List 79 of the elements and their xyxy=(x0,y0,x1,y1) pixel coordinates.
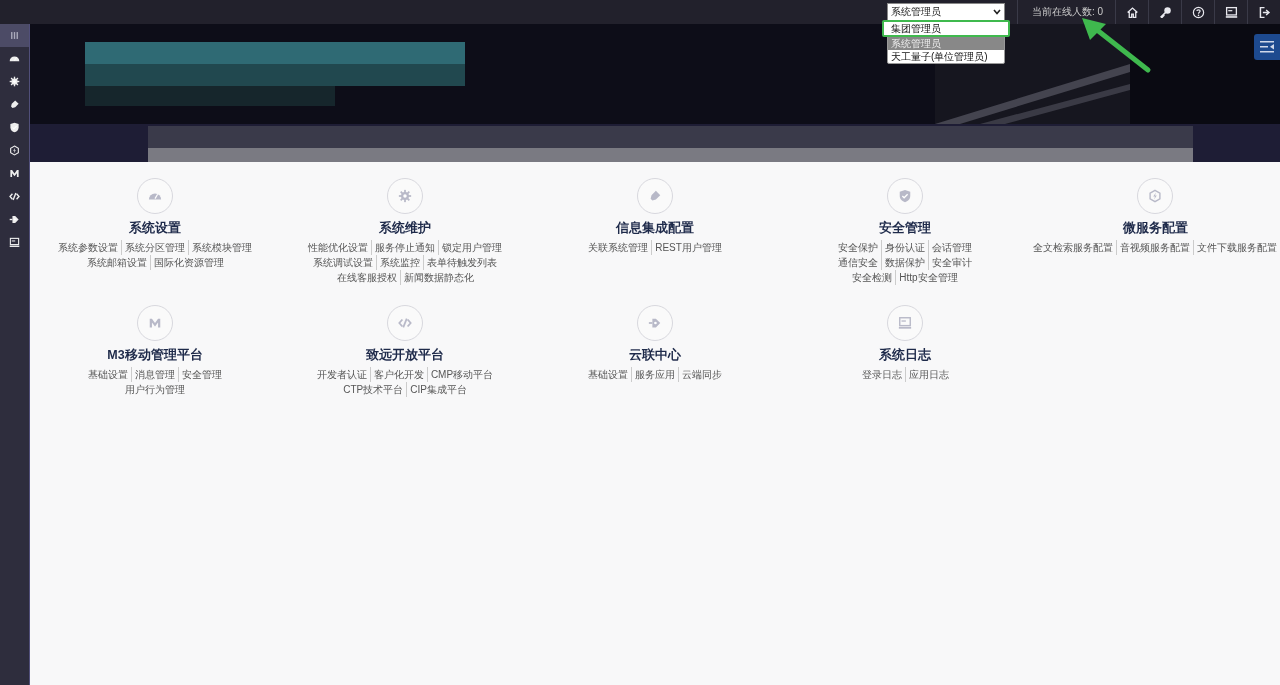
module-link[interactable]: CTP技术平台 xyxy=(340,382,407,397)
module-title[interactable]: 信息集成配置 xyxy=(616,220,694,237)
gauge-icon xyxy=(9,53,20,64)
menu-icon xyxy=(9,30,20,41)
plug-icon xyxy=(9,99,20,110)
code-icon xyxy=(9,191,20,202)
role-select[interactable]: 系统管理员 xyxy=(886,3,1005,21)
role-option[interactable]: 天工量子(单位管理员) xyxy=(887,50,1004,63)
collapse-menu-icon xyxy=(1260,41,1274,53)
module-link[interactable]: 用户行为管理 xyxy=(122,382,188,397)
monitor-icon xyxy=(9,237,20,248)
module-link[interactable]: 安全审计 xyxy=(928,255,975,270)
annotation-arrow xyxy=(1080,16,1152,74)
module-link[interactable]: 在线客服授权 xyxy=(333,270,400,285)
module-title[interactable]: 系统设置 xyxy=(129,220,181,237)
module-link[interactable]: 关联系统管理 xyxy=(585,240,652,255)
module-title[interactable]: 安全管理 xyxy=(879,220,931,237)
module-link[interactable]: 身份认证 xyxy=(881,240,928,255)
m-logo-icon xyxy=(148,316,162,330)
module-link[interactable]: REST用户管理 xyxy=(651,240,725,255)
key-icon xyxy=(1158,5,1172,19)
module-title[interactable]: 云联中心 xyxy=(629,347,681,364)
module-title[interactable]: 致远开放平台 xyxy=(366,347,444,364)
module-link[interactable]: 基础设置 xyxy=(85,367,131,382)
module-link[interactable]: 基础设置 xyxy=(585,367,631,382)
module-link[interactable]: 锁定用户管理 xyxy=(438,240,505,255)
module-link[interactable]: 全文检索服务配置 xyxy=(1030,240,1116,255)
panel-toggle-button[interactable] xyxy=(1254,34,1280,60)
module-link[interactable]: 安全保护 xyxy=(835,240,881,255)
monitor-icon xyxy=(1224,5,1238,19)
plug-icon xyxy=(648,189,662,203)
module-link[interactable]: 表单待触发列表 xyxy=(423,255,500,270)
module-link[interactable]: 客户化开发 xyxy=(369,367,427,382)
module-link[interactable]: 系统分区管理 xyxy=(121,240,188,255)
module-link[interactable]: 系统参数设置 xyxy=(55,240,121,255)
help-icon xyxy=(1191,5,1205,19)
shield-icon xyxy=(898,189,912,203)
module-link[interactable]: CIP集成平台 xyxy=(406,382,470,397)
module-link[interactable]: 系统模块管理 xyxy=(188,240,255,255)
hexagon-bolt-icon xyxy=(1148,189,1162,203)
module-link[interactable]: Http安全管理 xyxy=(895,270,961,285)
connector-icon xyxy=(648,316,662,330)
module-link[interactable]: 应用日志 xyxy=(904,367,952,382)
module-link[interactable]: 音视频服务配置 xyxy=(1116,240,1193,255)
module-link[interactable]: 云端同步 xyxy=(678,367,725,382)
module-title[interactable]: 微服务配置 xyxy=(1122,220,1188,237)
home-icon xyxy=(1125,5,1139,19)
chevron-down-icon xyxy=(992,9,1001,15)
module-link[interactable]: 性能优化设置 xyxy=(305,240,371,255)
monitor-icon xyxy=(898,316,912,330)
module-link[interactable]: 系统邮箱设置 xyxy=(83,255,150,270)
module-link[interactable]: 安全检测 xyxy=(849,270,896,285)
shield-icon xyxy=(9,122,20,133)
m-logo-icon xyxy=(9,168,20,179)
gear-icon xyxy=(9,76,20,87)
hexagon-bolt-icon xyxy=(9,145,20,156)
module-link[interactable]: 安全管理 xyxy=(178,367,225,382)
module-link[interactable]: 消息管理 xyxy=(131,367,178,382)
connector-icon xyxy=(9,214,20,225)
module-link[interactable]: 国际化资源管理 xyxy=(149,255,227,270)
module-link[interactable]: 通信安全 xyxy=(835,255,881,270)
module-link[interactable]: 开发者认证 xyxy=(313,367,370,382)
module-link[interactable]: 系统调试设置 xyxy=(310,255,376,270)
module-link[interactable]: 文件下载服务配置 xyxy=(1193,240,1280,255)
module-link[interactable]: 服务停止通知 xyxy=(371,240,438,255)
module-title[interactable]: 系统日志 xyxy=(879,347,931,364)
module-title[interactable]: M3移动管理平台 xyxy=(107,347,203,364)
module-link[interactable]: 新闻数据静态化 xyxy=(399,270,477,285)
role-option[interactable]: 集团管理员 xyxy=(881,20,1010,37)
module-link[interactable]: 会话管理 xyxy=(928,240,975,255)
gear-icon xyxy=(398,189,412,203)
logout-icon xyxy=(1257,5,1271,19)
module-link[interactable]: 数据保护 xyxy=(881,255,928,270)
module-link[interactable]: CMP移动平台 xyxy=(426,367,497,382)
module-link[interactable]: 服务应用 xyxy=(631,367,678,382)
module-title[interactable]: 系统维护 xyxy=(379,220,431,237)
module-link[interactable]: 登录日志 xyxy=(858,367,905,382)
module-link[interactable]: 系统监控 xyxy=(376,255,423,270)
code-icon xyxy=(398,316,412,330)
